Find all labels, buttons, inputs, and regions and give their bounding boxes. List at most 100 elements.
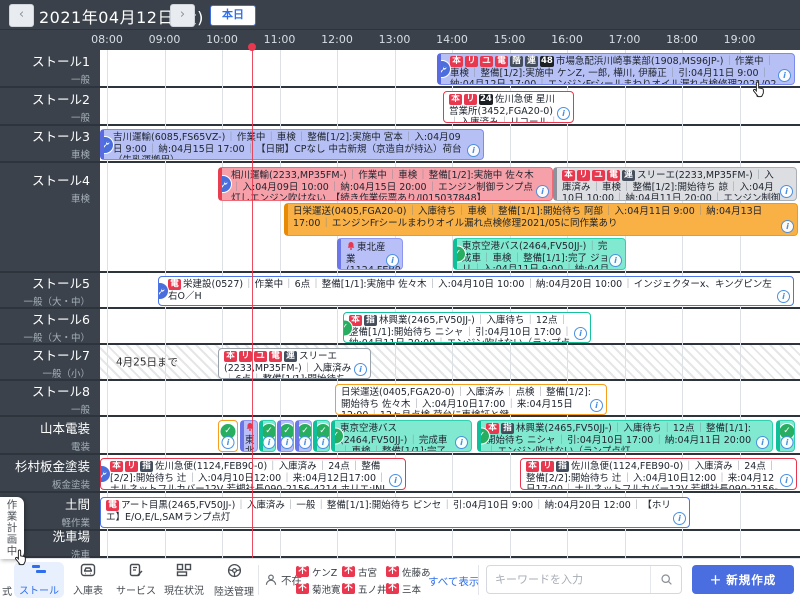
status-badge: 連 <box>525 56 538 67</box>
info-icon[interactable]: i <box>590 399 603 412</box>
tab-サービス[interactable]: サービス <box>112 562 160 598</box>
schedule-bar[interactable]: 吉川運輸(6085,FS65VZ-)｜作業中｜車検｜整備[1/2]:実施中 宮本… <box>100 129 484 160</box>
info-icon[interactable]: i <box>317 436 330 449</box>
hour-label: 15:00 <box>494 33 526 46</box>
hour-label: 09:00 <box>149 33 181 46</box>
absent-people-column: 不佐藤あ不三本 <box>386 564 432 598</box>
row-label: ストール3 <box>32 126 90 145</box>
absent-person: 不菊池寛 <box>296 581 342 596</box>
row-sublabel: 板金塗装 <box>52 477 90 491</box>
schedule-bar[interactable]: ✓i <box>313 420 330 452</box>
status-badge: 本 <box>110 461 123 472</box>
tab-入庫表[interactable]: 入庫表 <box>66 562 110 598</box>
info-icon[interactable]: i <box>781 220 794 233</box>
info-icon[interactable]: i <box>780 185 793 198</box>
info-icon[interactable]: i <box>777 290 790 303</box>
schedule-bar[interactable]: 電栄建設(0527)｜作業中｜6点｜整備[1/1]:実施中 佐々木｜入:04月1… <box>158 276 794 306</box>
info-icon[interactable]: i <box>781 436 794 449</box>
info-icon[interactable]: i <box>756 436 769 449</box>
schedule-bar[interactable]: 日栄運送(0405,FGA20-0)｜入庫待ち｜車検｜整備[1/1]:開始待ち … <box>284 203 798 236</box>
info-icon[interactable]: i <box>536 185 549 198</box>
info-icon[interactable]: i <box>263 436 276 449</box>
tab-label: 現在状況 <box>164 582 204 597</box>
row-header-1[interactable]: ストール1一般 <box>0 50 100 86</box>
info-icon[interactable]: i <box>780 474 793 487</box>
info-icon[interactable]: i <box>222 436 235 449</box>
row-header-2[interactable]: ストール2一般 <box>0 88 100 124</box>
info-icon[interactable]: i <box>778 69 791 82</box>
schedule-bar[interactable]: ✓i <box>295 420 312 452</box>
schedule-bar[interactable]: 相川運輸(2233,MP35FM-)｜作業中｜車検｜整備[1/2]:実施中 佐々… <box>218 167 553 201</box>
schedule-bar[interactable]: 本指林興業(2465,FV50JJ-)｜入庫待ち｜12点｜整備[1/1]:開始待… <box>343 312 591 343</box>
wrench-icon <box>100 136 114 154</box>
hour-label: 08:00 <box>91 33 123 46</box>
info-icon[interactable]: i <box>389 474 402 487</box>
schedule-row: 4月25日までストール7一般（小） <box>0 345 800 381</box>
schedule-bar[interactable]: ✓i <box>259 420 276 452</box>
info-icon[interactable]: i <box>609 254 622 267</box>
schedule-bar[interactable]: 東京空港バス(2464,FV50JJ-)｜完成車｜車検｜整備[1/1]:完了 ジ… <box>453 238 626 270</box>
schedule-bar[interactable]: ✓i <box>776 420 795 452</box>
info-icon[interactable]: i <box>299 436 312 449</box>
row-header-9[interactable]: 山本電装電装 <box>0 417 100 453</box>
schedule-bar[interactable]: 本リ24佐川急便 星川営業所(3452,FGA20-0)｜入庫済み｜リコール｜整… <box>443 91 574 123</box>
row-sublabel: 電装 <box>71 439 90 453</box>
schedule-bar[interactable]: 電アート目黒(2465,FV50JJ-)｜入庫済み｜一般｜整備[1/1]:開始待… <box>100 497 690 528</box>
schedule-bar[interactable]: ✓i <box>277 420 294 452</box>
info-icon[interactable]: i <box>455 436 468 449</box>
schedule-bar[interactable]: 本リユ電階連48市場急配浜川崎事業部(1908,MS96JP-)｜作業中｜車検｜… <box>437 53 795 85</box>
toolbar-divider <box>258 565 259 595</box>
row-header-4[interactable]: ストール4車検 <box>0 163 100 271</box>
tab-現在状況[interactable]: 現在状況 <box>160 562 208 598</box>
row-header-5[interactable]: ストール5一般（大・中） <box>0 273 100 307</box>
info-icon[interactable]: i <box>386 254 399 267</box>
absent-badge: 不 <box>386 566 399 577</box>
steering-icon <box>227 563 242 583</box>
prev-day-button[interactable]: ‹ <box>9 4 34 27</box>
tab-label: サービス <box>116 582 156 597</box>
row-label: ストール8 <box>32 381 90 400</box>
schedule-bar[interactable]: 本リ指佐川急便(1124,FEB90-0)｜入庫済み｜24点｜整備[2/2]:開… <box>520 458 797 490</box>
row-header-3[interactable]: ストール3 車検 <box>0 126 100 161</box>
status-badge: 電 <box>106 500 119 511</box>
status-badge: 24 <box>479 94 493 105</box>
status-badge: 電 <box>269 351 282 362</box>
schedule-bar[interactable]: 日栄運送(0405,FGA20-0)｜入庫済み｜点検｜整備[1/2]:開始待ち … <box>335 384 607 415</box>
absent-person: 不ケンZ <box>296 564 342 579</box>
schedule-bar[interactable]: 東北産業(1124,FEB90-0i <box>337 238 403 270</box>
info-icon[interactable]: i <box>467 144 480 157</box>
tab-ストール[interactable]: ストール <box>14 562 64 598</box>
today-button[interactable]: 本日 <box>210 5 256 26</box>
schedule-bar[interactable]: 本指林興業(2465,FV50JJ-)｜入庫待ち｜12点｜整備[1/1]:開始待… <box>477 420 773 452</box>
row-body: 4月25日まで <box>100 345 800 379</box>
info-icon[interactable]: i <box>574 327 587 340</box>
partial-tab-label: 式 <box>2 583 12 598</box>
schedule-bar[interactable]: 本リ指佐川急便(1124,FEB90-0)｜入庫済み｜24点｜整備[2/2]:開… <box>100 458 406 490</box>
info-icon[interactable]: i <box>281 436 294 449</box>
bar-text: 林興業(2465,FV50JJ-)｜入庫待ち｜12点｜整備[1/1]:開始待ち … <box>486 423 751 452</box>
show-all-link[interactable]: すべて表示 <box>428 574 479 589</box>
schedule-bar[interactable]: 本リユ電連スリーエ(2233,MP35FM-)｜入庫済み｜車検｜整備[1/2]:… <box>553 167 797 201</box>
row-label: ストール7 <box>32 345 90 364</box>
info-icon[interactable]: i <box>557 107 570 120</box>
absent-name: 三本 <box>402 582 421 596</box>
schedule-bar[interactable]: 東京空港バス(2464,FV50JJ-)｜完成車｜車検｜整備[1/1]:完了 ジ… <box>331 420 472 452</box>
create-new-button[interactable]: ＋ 新規作成 <box>692 565 794 594</box>
work-planning-tab[interactable]: 作業計画中 <box>0 497 24 559</box>
info-icon[interactable]: i <box>673 512 686 525</box>
schedule-bar[interactable]: 本リユ電連スリーエ(2233,MP35FM-)｜入庫済み｜6点｜整備[1/1]:… <box>218 348 371 379</box>
search-input[interactable] <box>487 573 650 586</box>
status-badge: 電 <box>495 56 508 67</box>
row-header-7[interactable]: ストール7一般（小） <box>0 345 100 379</box>
schedule-bar[interactable]: ✓i <box>218 420 238 452</box>
schedule-bar[interactable]: 東北産業 <box>240 420 258 452</box>
row-sublabel: 車検 <box>71 147 90 161</box>
next-day-button[interactable]: › <box>170 4 195 27</box>
tab-陸送管理[interactable]: 陸送管理 <box>210 562 258 598</box>
row-header-8[interactable]: ストール8一般 <box>0 381 100 415</box>
row-header-10[interactable]: 杉村板金塗装板金塗装 <box>0 455 100 491</box>
search-icon[interactable] <box>650 566 681 593</box>
row-header-6[interactable]: ストール6一般（大・中） <box>0 309 100 343</box>
info-icon[interactable]: i <box>354 363 367 376</box>
bar-text: 東京空港バス(2464,FV50JJ-)｜完成車｜車検｜整備[1/1]:完了 ジ… <box>340 423 447 452</box>
